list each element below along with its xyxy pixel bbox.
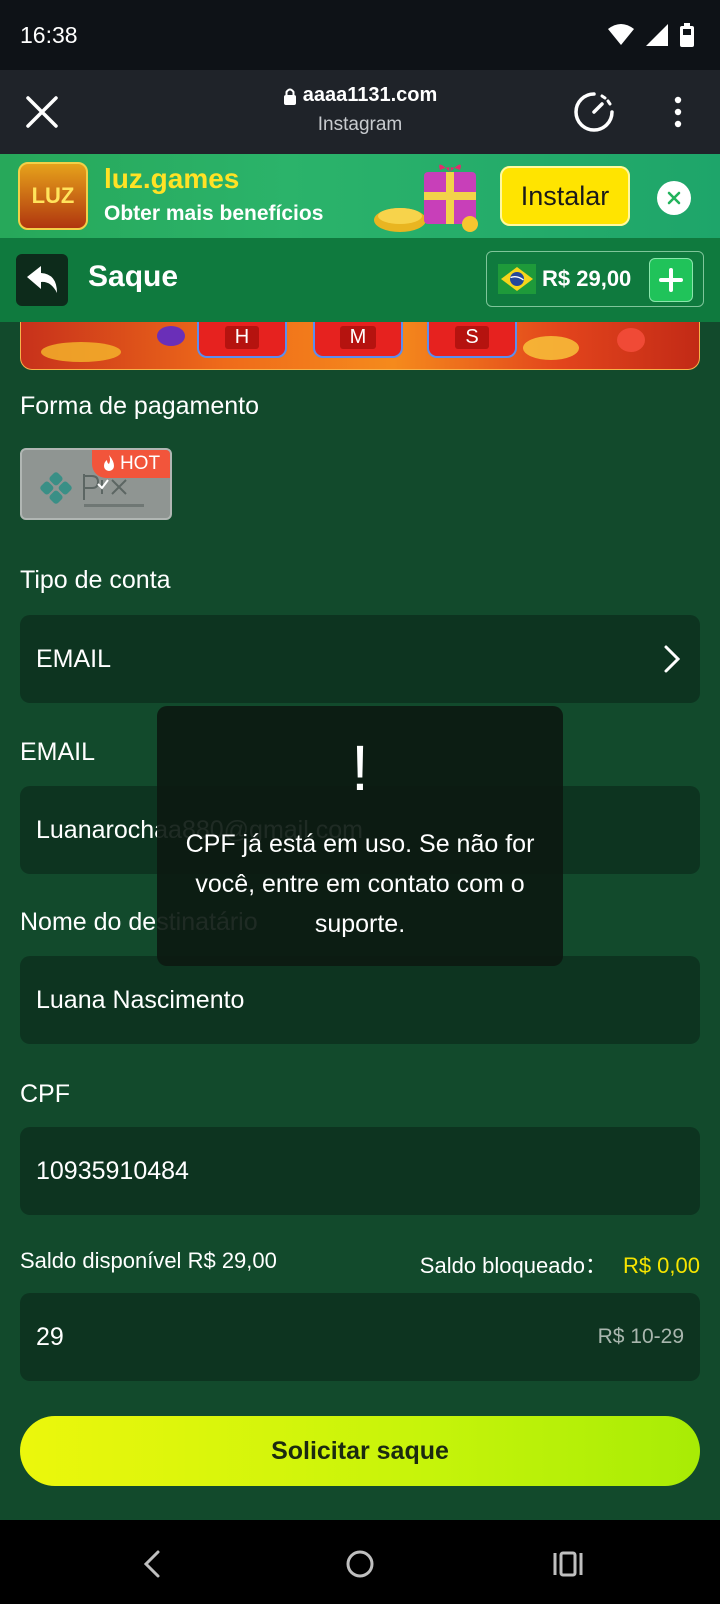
back-arrow-icon [27,266,57,293]
hot-badge: HOT [92,450,170,478]
saldo-available-label: Saldo disponível [20,1248,182,1273]
saldo-available-value: R$ 29,00 [187,1248,277,1273]
promo-title: luz.games [104,163,240,194]
timer-hours-label: H [224,325,260,349]
signal-icon [646,24,668,46]
system-nav-bar [0,1520,720,1604]
app-header: Saque R$ 29,00 [0,238,720,322]
email-label: EMAIL [20,738,96,766]
status-time: 16:38 [20,21,78,48]
plus-icon [659,268,683,292]
flame-icon [103,455,114,471]
exclamation-icon: ! [351,732,369,804]
status-bar: 16:38 [0,0,720,70]
promo-close-icon[interactable] [657,181,691,215]
account-type-label: Tipo de conta [20,566,171,594]
request-withdrawal-button[interactable]: Solicitar saque [20,1416,700,1486]
back-button[interactable] [16,254,68,306]
nav-back-icon[interactable] [130,1542,174,1586]
app-logo-text: LUZ [31,183,75,208]
app-logo: LUZ [18,162,88,230]
error-toast: ! CPF já está em uso. Se não for você, e… [157,706,563,966]
url-text: aaaa1131.com [302,84,438,106]
cpf-field[interactable]: 10935910484 [20,1127,700,1215]
speedometer-icon[interactable] [572,90,616,134]
wifi-icon [608,24,634,45]
timer-minutes: M [313,322,403,358]
chevron-right-icon [664,645,681,673]
nav-recents-icon[interactable] [546,1542,590,1586]
hot-badge-text: HOT [119,453,161,474]
toast-message: CPF já está em uso. Se não for você, ent… [185,830,535,938]
promo-timer-banner[interactable]: H M S [20,322,700,370]
page-title: Saque [88,260,179,293]
cpf-label: CPF [20,1080,70,1108]
promo-banner: LUZ luz.games Obter mais benefícios Inst… [0,154,720,238]
saldo-row: Saldo disponível R$ 29,00 Saldo bloquead… [20,1248,700,1278]
nav-home-icon[interactable] [338,1542,382,1586]
brazil-flag-icon [498,264,536,294]
gift-coins-icon [374,164,478,232]
saldo-blocked: Saldo bloqueado： R$ 0,00 [420,1248,700,1280]
install-button[interactable]: Instalar [500,166,630,226]
timer-seconds: S [427,322,517,358]
status-icons [608,23,694,47]
timer-seconds-label: S [455,325,489,349]
battery-icon [680,23,694,47]
recipient-name-field[interactable]: Luana Nascimento [20,956,700,1044]
saldo-blocked-value: R$ 0,00 [622,1253,700,1278]
lock-icon [283,88,296,105]
amount-range-hint: R$ 10-29 [597,1325,684,1348]
payment-option-pix[interactable]: HOT [20,448,172,520]
balance-amount: R$ 29,00 [542,266,632,291]
url-line[interactable]: aaaa1131.com [283,84,438,107]
timer-minutes-label: M [339,325,377,349]
recipient-name-value: Luana Nascimento [36,985,245,1014]
balance-widget: R$ 29,00 [486,251,704,307]
saldo-available: Saldo disponível R$ 29,00 [20,1248,277,1274]
amount-input[interactable]: 29 R$ 10-29 [20,1293,700,1381]
promo-subtitle: Obter mais benefícios [104,202,324,225]
saldo-blocked-label: Saldo bloqueado： [419,1253,607,1278]
more-vert-icon[interactable] [664,92,692,132]
cpf-value: 10935910484 [36,1156,189,1185]
account-type-select[interactable]: EMAIL [20,615,700,703]
browser-toolbar: aaaa1131.com Instagram [0,70,720,154]
timer-hours: H [197,322,287,358]
account-type-value: EMAIL [36,644,112,673]
payment-method-label: Forma de pagamento [20,392,260,420]
deposit-add-button[interactable] [649,258,693,302]
amount-value: 29 [36,1322,64,1351]
